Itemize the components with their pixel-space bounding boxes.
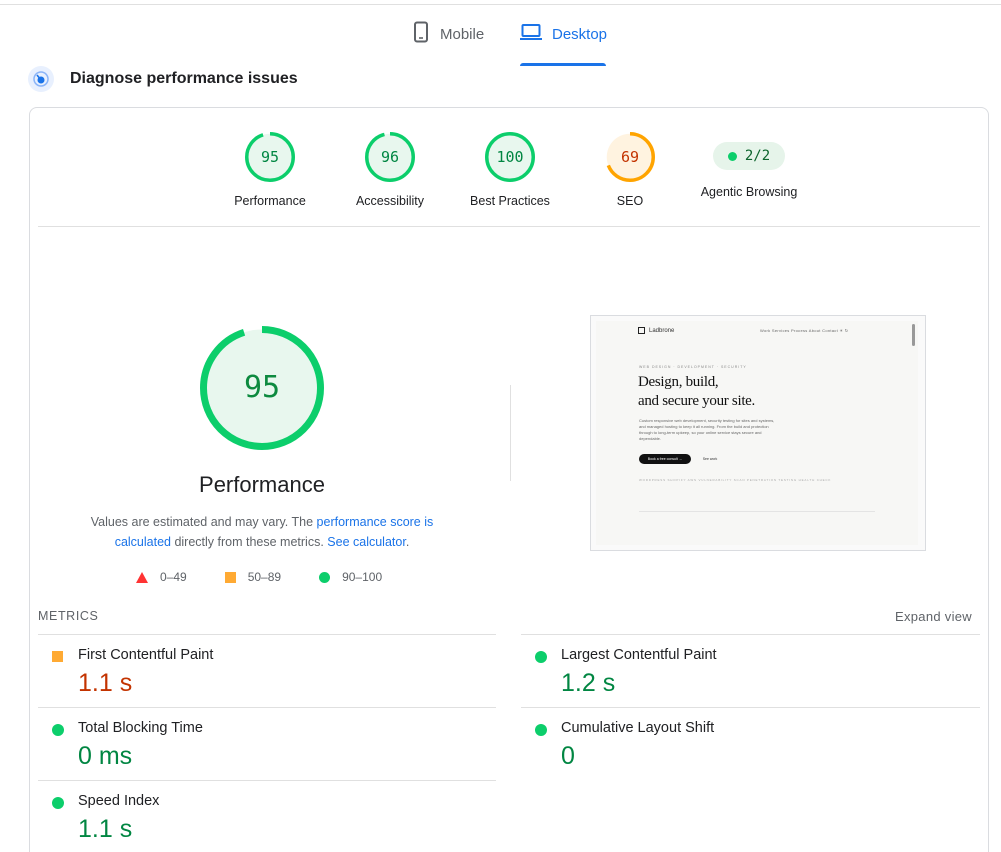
screenshot-brand: Ladbrone <box>638 327 674 334</box>
pass-circle-icon <box>52 797 64 809</box>
section-divider <box>38 226 980 227</box>
metric-cls: Cumulative Layout Shift 0 <box>521 707 980 780</box>
pass-circle-icon <box>535 651 547 663</box>
top-divider <box>0 4 1001 5</box>
final-screenshot[interactable]: Ladbrone Work Services Process About Con… <box>590 315 926 551</box>
score-label: Performance <box>234 194 306 208</box>
score-value: 100 <box>496 148 524 166</box>
score-value: 95 <box>260 148 280 166</box>
brand-name: Ladbrone <box>649 327 675 334</box>
performance-score: 95 <box>243 370 281 405</box>
screenshot-scrollbar <box>912 324 915 346</box>
score-value: 69 <box>620 148 640 166</box>
score-label: Best Practices <box>470 194 550 208</box>
screenshot-page: Ladbrone Work Services Process About Con… <box>596 321 918 545</box>
metric-name: Cumulative Layout Shift <box>561 720 715 736</box>
agentic-value: 2/2 <box>744 148 771 164</box>
metric-lcp: Largest Contentful Paint 1.2 s <box>521 634 980 707</box>
phone-icon <box>412 21 430 47</box>
metric-tbt: Total Blocking Time 0 ms <box>38 707 496 780</box>
brand-logo-icon <box>638 327 645 334</box>
metric-value: 0 ms <box>78 742 133 770</box>
pass-circle-icon <box>535 724 547 736</box>
pass-circle-icon <box>52 724 64 736</box>
legend-fail-label: 0–49 <box>160 570 187 584</box>
disclaimer-text: . <box>405 535 410 549</box>
score-performance[interactable]: 95 Performance <box>210 132 330 208</box>
agentic-pill: 2/2 <box>713 142 785 170</box>
score-legend: 0–49 50–89 90–100 <box>136 570 420 584</box>
screenshot-rule <box>639 511 875 512</box>
score-accessibility[interactable]: 96 Accessibility <box>330 132 450 208</box>
active-tab-indicator <box>520 63 606 66</box>
disclaimer-text: directly from these metrics. <box>170 535 328 549</box>
metric-name: Largest Contentful Paint <box>561 647 717 663</box>
diagnose-header: Diagnose performance issues <box>28 66 298 92</box>
metric-value: 1.1 s <box>78 815 133 843</box>
performance-disclaimer: Values are estimated and may vary. The p… <box>82 512 442 552</box>
score-label: Accessibility <box>355 194 425 208</box>
vertical-divider <box>510 385 511 481</box>
metric-value: 0 <box>561 742 575 770</box>
score-best-practices[interactable]: 100 Best Practices <box>450 132 570 208</box>
average-square-icon <box>52 651 63 662</box>
screenshot-cta-secondary: See work <box>702 457 718 461</box>
see-calculator-link[interactable]: See calculator <box>327 535 406 549</box>
screenshot-kicker: WEB DESIGN · DEVELOPMENT · SECURITY <box>639 365 747 369</box>
average-square-icon <box>224 571 236 583</box>
metric-speed-index: Speed Index 1.1 s <box>38 780 496 852</box>
legend-average: 50–89 <box>224 570 282 584</box>
legend-pass: 90–100 <box>319 570 382 584</box>
fail-triangle-icon <box>136 571 148 583</box>
metric-fcp: First Contentful Paint 1.1 s <box>38 634 496 707</box>
score-seo[interactable]: 69 SEO <box>570 132 690 208</box>
headline-line: Design, build, <box>638 374 719 390</box>
performance-gauge-icon <box>28 66 54 92</box>
legend-pass-label: 90–100 <box>342 570 383 584</box>
screenshot-logos: WORDPRESS SHOPIFY AWS VULNERABILITY SCAN… <box>639 478 832 482</box>
screenshot-cta-primary: Book a free consult → <box>639 454 691 464</box>
tab-desktop-label: Desktop <box>552 25 608 43</box>
score-label: Agentic Browsing <box>700 185 798 199</box>
pass-circle-icon <box>319 571 331 583</box>
score-gauge: 95 <box>245 132 295 182</box>
metric-name: Speed Index <box>78 793 160 809</box>
score-gauge: 100 <box>485 132 535 182</box>
screenshot-nav: Work Services Process About Contact ☀ ↻ <box>760 328 849 333</box>
metrics-title: METRICS <box>38 609 99 623</box>
score-value: 96 <box>380 148 400 166</box>
score-agentic-browsing[interactable]: 2/2 Agentic Browsing <box>688 132 810 199</box>
performance-gauge: 95 <box>200 326 324 450</box>
pass-dot-icon <box>727 151 737 161</box>
screenshot-headline: Design, build, and secure your site. <box>638 373 755 411</box>
laptop-icon <box>520 23 542 45</box>
tab-mobile[interactable]: Mobile <box>412 14 484 54</box>
report-card: 95 Performance 96 Accessibility 100 Best… <box>29 107 989 852</box>
category-scores: 95 Performance 96 Accessibility 100 Best… <box>30 132 990 212</box>
performance-title: Performance <box>199 472 325 497</box>
tab-mobile-label: Mobile <box>440 25 485 43</box>
score-gauge: 69 <box>605 132 655 182</box>
screenshot-body: Custom responsive web development, secur… <box>639 418 775 441</box>
diagnose-title: Diagnose performance issues <box>70 70 298 87</box>
score-label: SEO <box>616 194 644 208</box>
legend-fail: 0–49 <box>136 570 187 584</box>
tab-desktop[interactable]: Desktop <box>520 14 607 54</box>
metric-name: First Contentful Paint <box>78 647 214 663</box>
metric-value: 1.1 s <box>78 669 133 697</box>
expand-view-button[interactable]: Expand view <box>895 609 972 624</box>
headline-line: and secure your site. <box>638 393 755 409</box>
disclaimer-text: Values are estimated and may vary. The <box>90 515 317 529</box>
metric-value: 1.2 s <box>561 669 616 697</box>
device-tabs: Mobile Desktop <box>0 14 1001 66</box>
metric-name: Total Blocking Time <box>78 720 203 736</box>
legend-average-label: 50–89 <box>247 570 282 584</box>
score-gauge: 96 <box>365 132 415 182</box>
